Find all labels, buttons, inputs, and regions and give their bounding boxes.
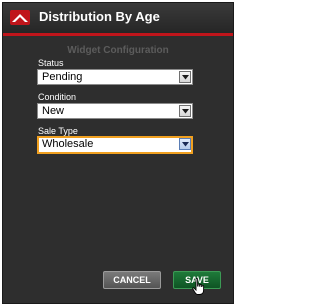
brand-logo-icon bbox=[10, 10, 30, 25]
dialog-header: Distribution By Age bbox=[3, 3, 233, 36]
hand-pointer-icon bbox=[192, 278, 205, 295]
sale-type-select[interactable]: Wholesale bbox=[37, 136, 193, 154]
widget-config-dialog: Distribution By Age Widget Configuration… bbox=[2, 2, 234, 304]
status-select-value: Pending bbox=[42, 71, 83, 83]
section-title: Widget Configuration bbox=[67, 45, 169, 56]
cancel-button[interactable]: CANCEL bbox=[103, 271, 161, 289]
status-select[interactable]: Pending bbox=[37, 69, 193, 85]
chevron-down-icon[interactable] bbox=[179, 71, 191, 83]
condition-select-value: New bbox=[42, 105, 65, 117]
sale-type-select-value: Wholesale bbox=[42, 138, 94, 150]
status-label: Status bbox=[38, 58, 64, 68]
condition-label: Condition bbox=[38, 92, 77, 102]
chevron-down-icon[interactable] bbox=[179, 105, 191, 117]
dialog-title: Distribution By Age bbox=[39, 9, 160, 24]
condition-select[interactable]: New bbox=[37, 103, 193, 119]
sale-type-label: Sale Type bbox=[38, 126, 78, 136]
chevron-down-icon[interactable] bbox=[179, 138, 191, 150]
